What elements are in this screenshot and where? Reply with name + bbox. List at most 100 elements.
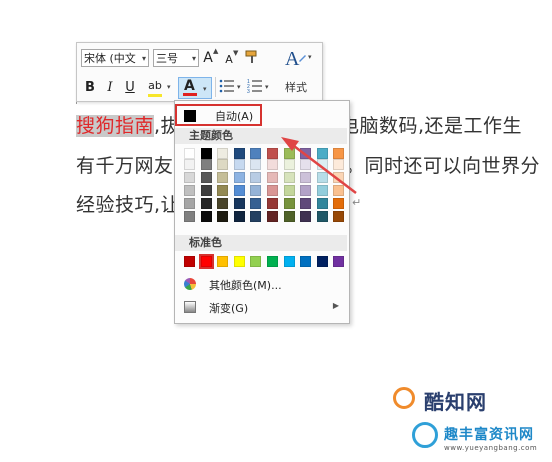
theme-swatch[interactable] [250, 198, 262, 209]
theme-swatch[interactable] [283, 148, 295, 159]
theme-swatch[interactable] [250, 159, 262, 170]
bullets-button[interactable] [219, 78, 235, 96]
theme-swatch[interactable] [267, 159, 278, 170]
font-name-select[interactable]: 宋体 (中文 ▾ [81, 49, 149, 67]
bullets-chevron-icon: ▾ [237, 83, 241, 91]
theme-swatch[interactable] [184, 148, 195, 159]
format-painter-button[interactable] [243, 48, 261, 66]
theme-swatch[interactable] [200, 185, 212, 196]
theme-swatch[interactable] [267, 172, 278, 183]
theme-swatch[interactable] [217, 198, 229, 209]
standard-swatch[interactable] [184, 256, 195, 267]
theme-swatch[interactable] [217, 172, 229, 183]
theme-swatch[interactable] [233, 159, 245, 170]
shrink-arrow-icon: ▼ [233, 49, 239, 57]
numbered-list-icon: 123 [247, 79, 262, 95]
font-color-bar [183, 93, 197, 96]
theme-swatch[interactable] [300, 159, 312, 170]
theme-swatch[interactable] [267, 211, 278, 222]
theme-swatch[interactable] [217, 148, 229, 159]
theme-swatch[interactable] [184, 211, 195, 222]
document-line-2-end: 。同时还可以向世界分 [345, 155, 541, 177]
theme-swatch[interactable] [250, 211, 262, 222]
theme-swatch[interactable] [233, 148, 245, 159]
theme-swatch[interactable] [300, 148, 312, 159]
theme-swatch[interactable] [184, 172, 195, 183]
watermark-site-name: 酷知网 [424, 390, 487, 414]
theme-swatch[interactable] [233, 198, 245, 209]
theme-swatch[interactable] [217, 159, 229, 170]
theme-swatch[interactable] [316, 159, 328, 170]
highlight-button[interactable]: ab [146, 77, 164, 97]
theme-swatch[interactable] [333, 159, 345, 170]
font-color-button[interactable]: A ▾ [178, 77, 212, 99]
theme-swatch[interactable] [267, 198, 278, 209]
theme-swatch[interactable] [316, 211, 328, 222]
theme-swatch[interactable] [200, 198, 212, 209]
standard-swatch[interactable] [250, 256, 262, 267]
styles-button[interactable]: A [282, 45, 308, 71]
watermark-brand: 趣丰富资讯网 [444, 427, 534, 443]
theme-swatch[interactable] [300, 172, 312, 183]
theme-swatch[interactable] [316, 148, 328, 159]
theme-swatch[interactable] [200, 148, 212, 159]
chevron-down-icon: ▾ [141, 54, 146, 63]
theme-swatch[interactable] [184, 159, 195, 170]
theme-swatch[interactable] [250, 172, 262, 183]
automatic-color-option[interactable]: 自动(A) [175, 104, 262, 126]
theme-swatch[interactable] [283, 198, 295, 209]
theme-swatch[interactable] [316, 198, 328, 209]
theme-swatch[interactable] [184, 185, 195, 196]
theme-swatch[interactable] [316, 172, 328, 183]
numbering-button[interactable]: 123 [247, 78, 263, 96]
theme-swatch[interactable] [233, 172, 245, 183]
theme-swatch[interactable] [283, 159, 295, 170]
theme-swatch[interactable] [333, 185, 345, 196]
standard-swatch[interactable] [233, 256, 245, 267]
chevron-down-icon: ▾ [191, 54, 196, 63]
theme-swatch[interactable] [217, 211, 229, 222]
gradient-option[interactable]: 渐变(G) ▶ [175, 297, 347, 317]
standard-swatch[interactable] [300, 256, 312, 267]
theme-swatch[interactable] [184, 198, 195, 209]
theme-swatch[interactable] [333, 211, 345, 222]
theme-swatch[interactable] [283, 185, 295, 196]
theme-swatch[interactable] [217, 185, 229, 196]
document-line-1[interactable]: 搜狗指南,拔 [76, 111, 180, 138]
standard-swatch[interactable] [198, 254, 214, 269]
numbering-chevron-icon: ▾ [265, 83, 269, 91]
theme-swatch[interactable] [267, 185, 278, 196]
standard-swatch[interactable] [283, 256, 295, 267]
standard-swatch[interactable] [316, 256, 328, 267]
more-colors-option[interactable]: 其他颜色(M)... [175, 274, 347, 294]
theme-swatch[interactable] [283, 172, 295, 183]
theme-swatch[interactable] [250, 185, 262, 196]
theme-swatch[interactable] [200, 172, 212, 183]
bold-button[interactable]: B [83, 79, 97, 97]
theme-swatch[interactable] [316, 185, 328, 196]
gradient-label: 渐变(G) [209, 302, 249, 315]
theme-swatch[interactable] [200, 211, 212, 222]
theme-swatch[interactable] [283, 211, 295, 222]
standard-swatch[interactable] [217, 256, 229, 267]
theme-swatch[interactable] [267, 148, 278, 159]
theme-swatch[interactable] [333, 172, 345, 183]
theme-swatch[interactable] [233, 211, 245, 222]
highlight-label: ab [148, 79, 162, 92]
theme-swatch[interactable] [250, 148, 262, 159]
italic-button[interactable]: I [103, 79, 117, 97]
theme-swatch[interactable] [300, 185, 312, 196]
selected-text[interactable]: 搜狗指南 [76, 115, 155, 137]
theme-swatch[interactable] [200, 159, 212, 170]
brush-icon [245, 50, 257, 63]
font-size-select[interactable]: 三号 ▾ [153, 49, 199, 67]
underline-button[interactable]: U [123, 79, 137, 97]
standard-swatch[interactable] [333, 256, 345, 267]
standard-swatch[interactable] [267, 256, 278, 267]
theme-swatch[interactable] [233, 185, 245, 196]
theme-swatch[interactable] [300, 198, 312, 209]
theme-swatch[interactable] [300, 211, 312, 222]
theme-swatch[interactable] [333, 148, 345, 159]
theme-swatch[interactable] [333, 198, 345, 209]
styles-chevron-icon: ▾ [308, 53, 312, 61]
